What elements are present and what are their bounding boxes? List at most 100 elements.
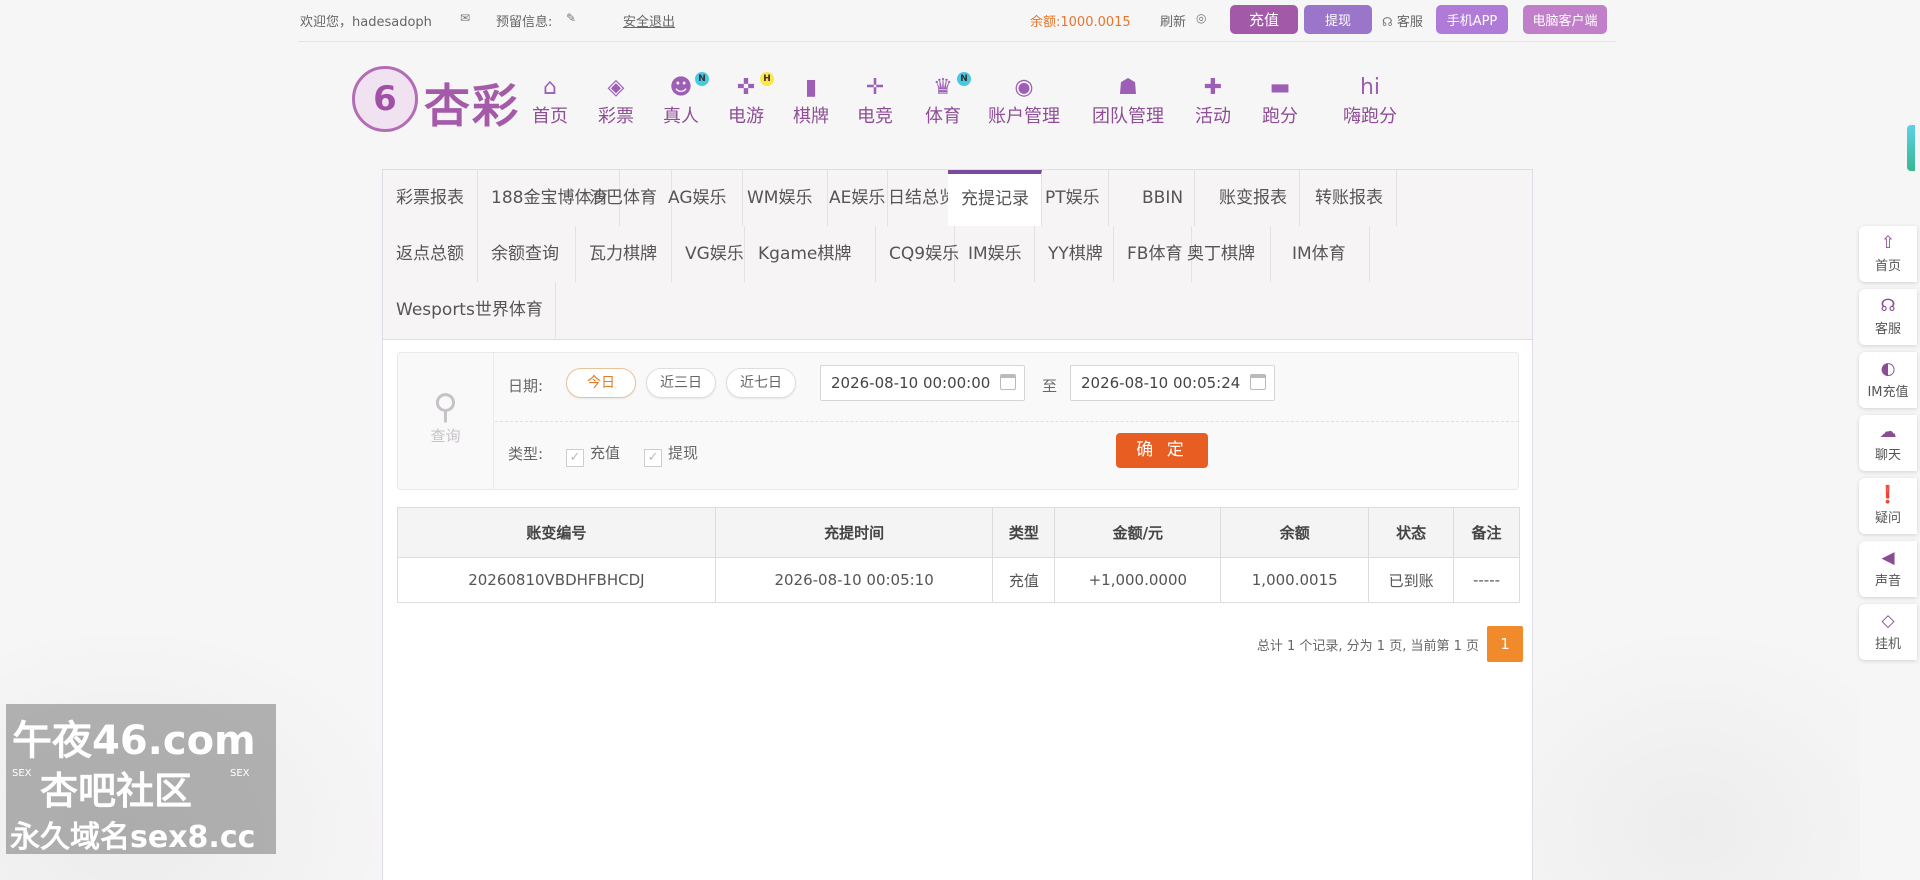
nav-label: 首页 — [532, 106, 568, 127]
pc-client-button[interactable]: 电脑客户端 — [1523, 5, 1607, 34]
watermark-sex-tag: SEX — [230, 768, 250, 779]
query-side: ⚲ 查询 — [398, 353, 494, 489]
column-header: 备注 — [1453, 507, 1520, 558]
tab[interactable]: Wesports世界体育 — [383, 282, 556, 338]
refresh-button[interactable]: 刷新 — [1160, 11, 1186, 30]
start-date-input[interactable]: 2026-08-10 00:00:00 — [820, 365, 1025, 401]
tab[interactable]: CQ9娱乐 — [876, 226, 959, 282]
today-chip[interactable]: 今日 — [566, 368, 636, 398]
column-header: 状态 — [1368, 507, 1455, 558]
nav-item[interactable]: ◉ 账户管理 — [988, 74, 1060, 128]
page-button-1[interactable]: 1 — [1487, 626, 1523, 662]
nav-item[interactable]: ✛ 电竞 — [857, 74, 893, 128]
nav-item[interactable]: ✜ H 电游 — [728, 72, 774, 128]
float-menu-item[interactable]: ☁ 聊天 — [1859, 415, 1917, 471]
type-recharge-checkbox[interactable]: ✓ 充值 — [566, 442, 620, 467]
tab[interactable]: 余额查询 — [478, 226, 576, 282]
recharge-button[interactable]: 充值 — [1230, 5, 1298, 34]
logout-link[interactable]: 安全退出 — [623, 11, 675, 30]
team-icon: ☗ — [1118, 75, 1138, 100]
column-header: 余额 — [1220, 507, 1370, 558]
pagination: 总计 1 个记录, 分为 1 页, 当前第 1 页 1 — [1083, 626, 1523, 662]
date-label: 日期: — [508, 377, 544, 395]
service-link[interactable]: 客服 — [1397, 15, 1423, 30]
tab[interactable]: VG娱乐 — [672, 226, 745, 282]
tab[interactable]: 奥丁棋牌 — [1174, 226, 1271, 282]
float-menu-item[interactable]: ❗ 疑问 — [1859, 478, 1917, 534]
last-7-days-chip[interactable]: 近七日 — [726, 368, 796, 398]
float-menu-item[interactable]: ☊ 客服 — [1859, 289, 1917, 345]
tab[interactable]: AG娱乐 — [655, 170, 743, 226]
checkbox-icon: ✓ — [644, 449, 662, 467]
logo-emblem: 6 — [352, 66, 418, 132]
headset-icon: ☊ — [1880, 296, 1896, 316]
search-icon: ⚲ — [433, 387, 458, 427]
dealer-icon: ☻ N — [663, 72, 709, 102]
chat-icon: ☁ — [1879, 422, 1897, 442]
edit-icon[interactable]: ✎ — [566, 11, 576, 25]
type-withdraw-checkbox[interactable]: ✓ 提现 — [644, 442, 698, 467]
type-withdraw-label: 提现 — [668, 444, 699, 462]
headset-icon[interactable]: ☊ — [1382, 15, 1393, 29]
nav-label: 电竞 — [857, 106, 893, 127]
tab[interactable]: PT娱乐 — [1032, 170, 1109, 226]
tab[interactable]: 充提记录 — [948, 170, 1042, 226]
nav-item[interactable]: ◈ 彩票 — [598, 74, 634, 128]
nav-item[interactable]: ☻ N 真人 — [663, 72, 709, 128]
watermark-sex-tag: SEX — [12, 768, 32, 779]
float-menu-item[interactable]: ◇ 挂机 — [1859, 604, 1917, 660]
float-menu-item[interactable]: ⇧ 首页 — [1859, 226, 1917, 282]
tab[interactable]: 账变报表 — [1206, 170, 1300, 226]
nav-label: 活动 — [1195, 106, 1231, 127]
float-menu-label: 挂机 — [1874, 637, 1901, 652]
tab[interactable]: Kgame棋牌 — [745, 226, 876, 282]
table-cell: 已到账 — [1368, 557, 1455, 603]
mail-icon[interactable]: ✉ — [460, 11, 470, 25]
tab[interactable]: IM娱乐 — [955, 226, 1035, 282]
nav-item[interactable]: ⌂ 首页 — [532, 74, 568, 128]
tab[interactable]: IM体育 — [1279, 226, 1370, 282]
arrow-up-icon: ⇧ — [1880, 233, 1896, 253]
tab[interactable]: 彩票报表 — [383, 170, 478, 226]
mobile-app-button[interactable]: 手机APP — [1436, 5, 1508, 34]
nav-label: 团队管理 — [1092, 106, 1164, 127]
nav-label: 彩票 — [598, 106, 634, 127]
nav-item[interactable]: ✚ 活动 — [1195, 74, 1231, 128]
reserved-info-label: 预留信息: — [496, 15, 553, 30]
welcome-text: 欢迎您，hadesadoph — [300, 15, 432, 30]
end-date-value: 2026-08-10 00:05:24 — [1081, 374, 1241, 392]
end-date-input[interactable]: 2026-08-10 00:05:24 — [1070, 365, 1275, 401]
tab[interactable]: 瓦力棋牌 — [576, 226, 672, 282]
scrollbar[interactable] — [1907, 125, 1915, 171]
report-tabs: 彩票报表 188金宝博体育 沙巴体育 AG娱乐 WM娱乐 AE娱乐 日结总览 充提记录 PT娱乐… — [383, 170, 1532, 340]
watermark-line2: 杏吧社区 — [40, 769, 193, 813]
float-menu-item[interactable]: ◐ IM充值 — [1859, 352, 1917, 408]
float-menu-item[interactable]: ◀ 声音 — [1859, 541, 1917, 597]
nav-item[interactable]: ☗ 团队管理 — [1092, 74, 1164, 128]
tab[interactable]: WM娱乐 — [734, 170, 828, 226]
nav-item[interactable]: ▬ 跑分 — [1262, 74, 1298, 128]
nav-item[interactable]: ♛ N 体育 — [925, 72, 971, 128]
home-icon: ⌂ — [543, 75, 557, 100]
site-logo[interactable]: 6 杏彩 — [350, 64, 520, 136]
calendar-icon[interactable] — [1000, 374, 1016, 390]
nav-badge: N — [695, 72, 709, 86]
tab[interactable]: 转账报表 — [1302, 170, 1397, 226]
confirm-button[interactable]: 确 定 — [1116, 433, 1208, 468]
table-cell: 1,000.0015 — [1220, 557, 1370, 603]
eye-hide-icon[interactable]: ◎ — [1196, 11, 1206, 25]
table-row: 20260810VBDHFBHCDJ 2026-08-10 00:05:10 充值 +… — [397, 557, 1520, 603]
checkbox-icon: ✓ — [566, 449, 584, 467]
nav-item[interactable]: ▮ 棋牌 — [793, 74, 829, 128]
gift-icon: ✚ — [1203, 75, 1223, 100]
tab[interactable]: BBIN — [1129, 170, 1195, 226]
withdraw-button[interactable]: 提现 — [1304, 5, 1372, 34]
nav-label: 棋牌 — [793, 106, 829, 127]
calendar-icon[interactable] — [1250, 374, 1266, 390]
tab[interactable]: YY棋牌 — [1035, 226, 1114, 282]
tab[interactable]: 返点总额 — [383, 226, 478, 282]
balance-value: 1000.0015 — [1060, 15, 1131, 30]
last-3-days-chip[interactable]: 近三日 — [646, 368, 716, 398]
top-bar: 欢迎您，hadesadoph ✉ 预留信息: ✎ 安全退出 余额:1000.00… — [298, 0, 1616, 42]
nav-item[interactable]: hi 嗨跑分 — [1343, 74, 1397, 128]
